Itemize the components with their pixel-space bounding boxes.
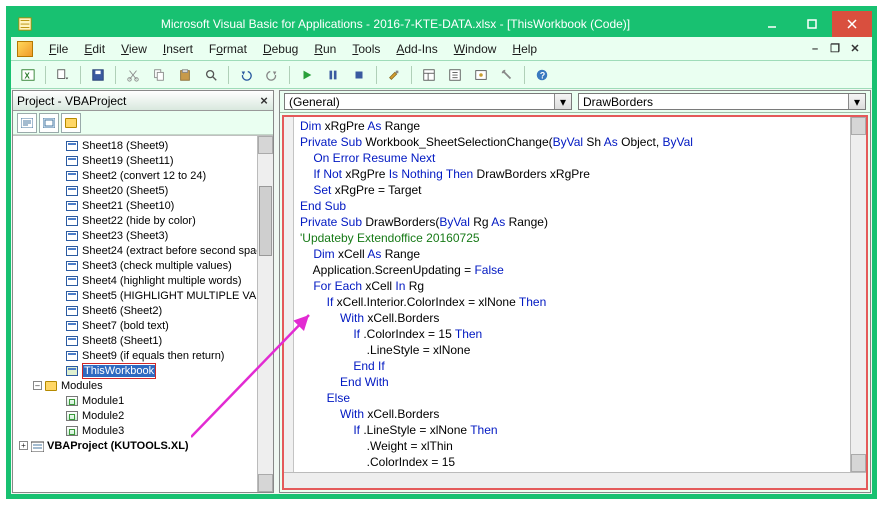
run-button[interactable] [296, 64, 318, 86]
maximize-button[interactable] [792, 11, 832, 37]
menu-addins[interactable]: Add-Ins [388, 40, 445, 58]
project-explorer-button[interactable] [418, 64, 440, 86]
svg-text:X: X [25, 71, 31, 80]
tree-sheet[interactable]: Sheet3 (check multiple values) [33, 258, 257, 273]
code-editor[interactable]: Dim xRgPre As Range Private Sub Workbook… [294, 117, 850, 472]
mdi-close-button[interactable]: ✕ [848, 42, 862, 56]
redo-button[interactable] [261, 64, 283, 86]
insert-module-dropdown[interactable] [52, 64, 74, 86]
mdi-restore-button[interactable]: ❐ [828, 42, 842, 56]
tree-module[interactable]: Module3 [33, 423, 257, 438]
svg-text:?: ? [540, 70, 545, 80]
chevron-down-icon: ▾ [554, 94, 571, 109]
help-button[interactable]: ? [531, 64, 553, 86]
copy-button[interactable] [148, 64, 170, 86]
project-explorer-title: Project - VBAProject [17, 94, 255, 108]
tree-sheet[interactable]: Sheet21 (Sheet10) [33, 198, 257, 213]
tree-sheet[interactable]: Sheet8 (Sheet1) [33, 333, 257, 348]
menu-format[interactable]: Format [201, 40, 255, 58]
tree-sheet[interactable]: Sheet18 (Sheet9) [33, 138, 257, 153]
break-button[interactable] [322, 64, 344, 86]
menu-window[interactable]: Window [446, 40, 505, 58]
view-excel-button[interactable]: X [17, 64, 39, 86]
design-mode-button[interactable] [383, 64, 405, 86]
view-object-button[interactable] [39, 113, 59, 133]
menu-help[interactable]: Help [504, 40, 545, 58]
window-title: Microsoft Visual Basic for Applications … [39, 17, 752, 31]
close-button[interactable] [832, 11, 872, 37]
properties-button[interactable] [444, 64, 466, 86]
object-dropdown[interactable]: (General)▾ [284, 93, 572, 110]
project-explorer: Project - VBAProject × Sheet18 (Sheet9) … [12, 90, 274, 493]
find-button[interactable] [200, 64, 222, 86]
code-gutter [284, 117, 294, 472]
vba-app-icon [17, 16, 33, 32]
project-tree[interactable]: Sheet18 (Sheet9) Sheet19 (Sheet11) Sheet… [13, 136, 257, 492]
menu-run[interactable]: Run [306, 40, 344, 58]
menu-debug[interactable]: Debug [255, 40, 306, 58]
menu-edit[interactable]: Edit [76, 40, 113, 58]
tree-sheet[interactable]: Sheet23 (Sheet3) [33, 228, 257, 243]
procedure-dropdown[interactable]: DrawBorders▾ [578, 93, 866, 110]
code-pane: (General)▾ DrawBorders▾ Dim xRgPre As Ra… [279, 90, 871, 493]
menu-view[interactable]: View [113, 40, 155, 58]
tree-sheet[interactable]: Sheet19 (Sheet11) [33, 153, 257, 168]
view-code-button[interactable] [17, 113, 37, 133]
collapse-icon[interactable]: – [33, 381, 42, 390]
titlebar: Microsoft Visual Basic for Applications … [11, 11, 872, 37]
save-button[interactable] [87, 64, 109, 86]
mdi-minimize-button[interactable]: – [808, 42, 822, 56]
tree-vbaproject[interactable]: +VBAProject (KUTOOLS.XL) [19, 438, 257, 453]
tree-module[interactable]: Module1 [33, 393, 257, 408]
undo-button[interactable] [235, 64, 257, 86]
tree-sheet[interactable]: Sheet7 (bold text) [33, 318, 257, 333]
expand-icon[interactable]: + [19, 441, 28, 450]
tree-module[interactable]: Module2 [33, 408, 257, 423]
paste-button[interactable] [174, 64, 196, 86]
toolbox-button[interactable] [496, 64, 518, 86]
chevron-down-icon: ▾ [848, 94, 865, 109]
tree-modules-folder[interactable]: –Modules [33, 378, 257, 393]
tree-sheet[interactable]: Sheet5 (HIGHLIGHT MULTIPLE VALUES) [33, 288, 257, 303]
tree-scrollbar[interactable] [257, 136, 273, 492]
tree-thisworkbook[interactable]: ThisWorkbook [33, 363, 257, 378]
doc-icon [17, 41, 33, 57]
code-horizontal-scrollbar[interactable] [284, 472, 866, 488]
tree-sheet[interactable]: Sheet4 (highlight multiple words) [33, 273, 257, 288]
reset-button[interactable] [348, 64, 370, 86]
tree-sheet[interactable]: Sheet22 (hide by color) [33, 213, 257, 228]
menu-tools[interactable]: Tools [344, 40, 388, 58]
minimize-button[interactable] [752, 11, 792, 37]
tree-sheet[interactable]: Sheet20 (Sheet5) [33, 183, 257, 198]
tree-sheet[interactable]: Sheet2 (convert 12 to 24) [33, 168, 257, 183]
project-explorer-close-button[interactable]: × [255, 93, 273, 108]
tree-sheet[interactable]: Sheet9 (if equals then return) [33, 348, 257, 363]
tree-sheet[interactable]: Sheet24 (extract before second space) [33, 243, 257, 258]
toolbar: X ? [11, 61, 872, 89]
tree-sheet[interactable]: Sheet6 (Sheet2) [33, 303, 257, 318]
menu-file[interactable]: File [41, 40, 76, 58]
cut-button[interactable] [122, 64, 144, 86]
menu-insert[interactable]: Insert [155, 40, 201, 58]
code-vertical-scrollbar[interactable] [850, 117, 866, 472]
menubar: File Edit View Insert Format Debug Run T… [11, 37, 872, 61]
toggle-folders-button[interactable] [61, 113, 81, 133]
object-browser-button[interactable] [470, 64, 492, 86]
